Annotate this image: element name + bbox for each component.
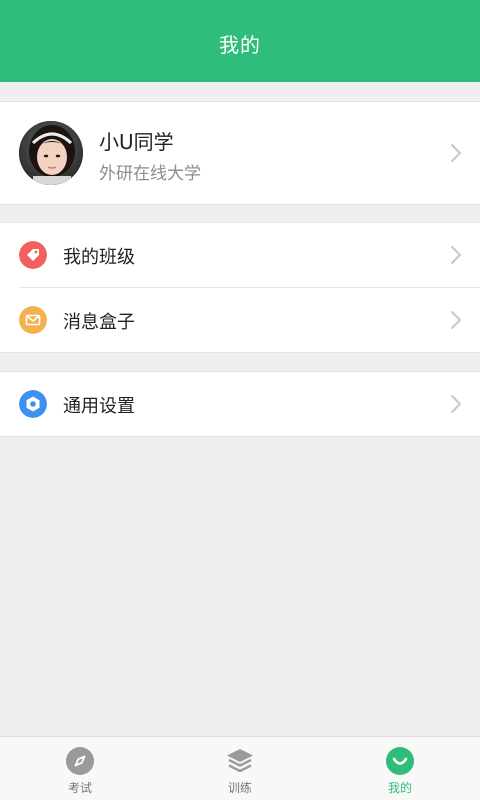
- avatar[interactable]: [19, 121, 83, 185]
- profile-card[interactable]: 小U同学 外研在线大学: [0, 101, 480, 205]
- menu-label-message-box: 消息盒子: [63, 312, 135, 333]
- menu-item-message-box[interactable]: 消息盒子: [0, 288, 480, 352]
- profile-icon: [386, 747, 414, 775]
- nav-label-mine: 我的: [387, 781, 412, 795]
- mail-icon: [19, 306, 47, 334]
- menu-item-general-settings[interactable]: 通用设置: [0, 372, 480, 436]
- page-title: 我的: [219, 32, 261, 57]
- nav-tab-mine[interactable]: 我的: [320, 737, 480, 800]
- app-screen: 我的 小U同学 外研在线大学 我的班级 消息盒子 通用设置 考试 训练 我的: [0, 0, 480, 800]
- nav-tab-training[interactable]: 训练: [160, 737, 320, 800]
- menu-item-my-class[interactable]: 我的班级: [0, 223, 480, 287]
- chevron-right-icon: [451, 246, 461, 264]
- chevron-right-icon: [451, 311, 461, 329]
- tag-icon: [19, 241, 47, 269]
- menu-label-my-class: 我的班级: [63, 247, 135, 268]
- compass-icon: [66, 747, 94, 775]
- bottom-nav: 考试 训练 我的: [0, 736, 480, 800]
- menu-group-settings: 通用设置: [0, 371, 480, 437]
- menu-label-general-settings: 通用设置: [63, 396, 135, 417]
- nav-label-training: 训练: [227, 781, 252, 795]
- top-bar: 我的: [0, 0, 480, 82]
- settings-icon: [19, 390, 47, 418]
- nav-tab-exam[interactable]: 考试: [0, 737, 160, 800]
- chevron-right-icon: [451, 395, 461, 413]
- layers-icon: [227, 749, 253, 773]
- nav-label-exam: 考试: [67, 781, 92, 795]
- profile-name: 小U同学: [99, 130, 174, 154]
- menu-group-class-messages: 我的班级 消息盒子: [0, 222, 480, 353]
- chevron-right-icon: [451, 144, 461, 162]
- profile-school: 外研在线大学: [99, 164, 201, 184]
- avatar-image: [19, 121, 83, 185]
